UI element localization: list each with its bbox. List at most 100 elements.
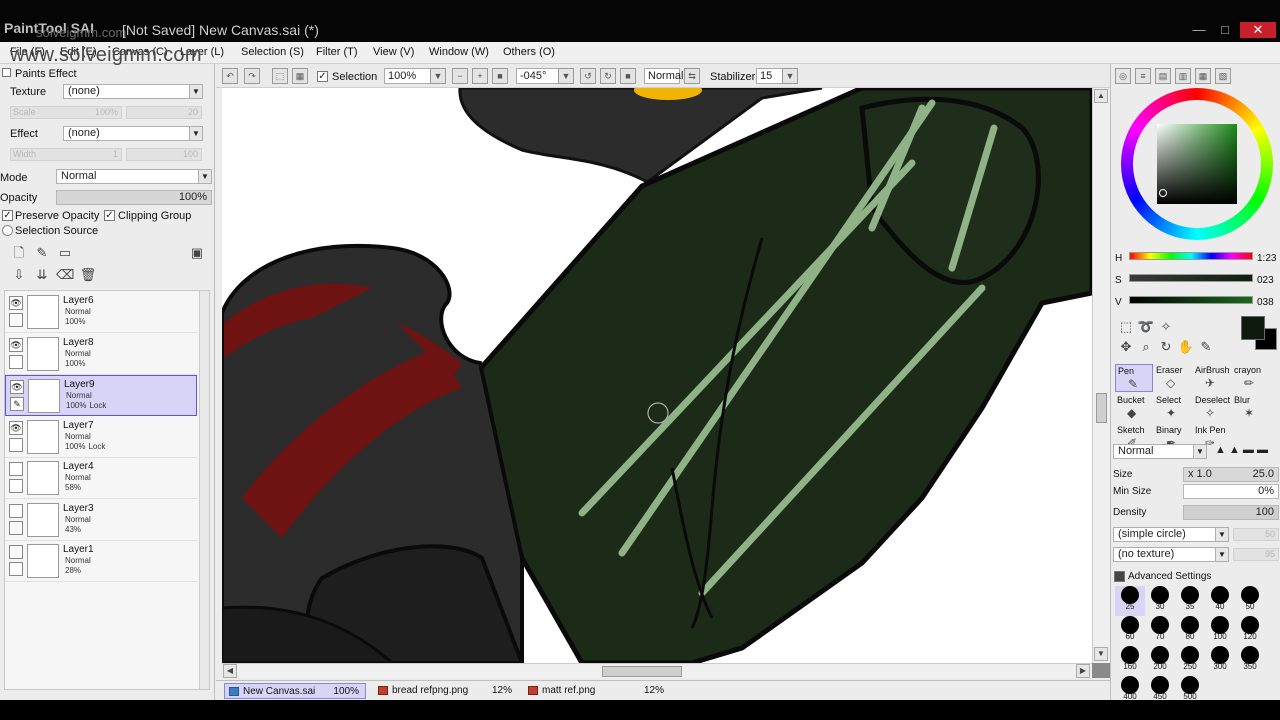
opacity-slider[interactable]: 100% bbox=[56, 190, 212, 205]
brush-size-preset[interactable]: 25 bbox=[1115, 586, 1145, 616]
layer-row[interactable]: 👁 ✎ Layer9 Normal 100% Lock bbox=[5, 375, 197, 416]
brush-size-preset[interactable]: 50 bbox=[1235, 586, 1265, 616]
vertical-scroll-thumb[interactable] bbox=[1096, 393, 1107, 423]
brush-shape-buttons[interactable]: ▲ ▲ ▬ ▬ bbox=[1215, 444, 1279, 459]
visibility-eye-icon[interactable] bbox=[9, 462, 23, 476]
magic-wand-icon[interactable]: ✧ bbox=[1157, 318, 1175, 336]
horizontal-scroll-thumb[interactable] bbox=[602, 666, 682, 677]
hsv-slider-mode-icon[interactable]: ▤ bbox=[1155, 68, 1171, 84]
brush-size-preset[interactable]: 200 bbox=[1145, 646, 1175, 676]
deselect-button[interactable]: ⬚ bbox=[272, 68, 288, 84]
color-wheel-mode-icon[interactable]: ◎ bbox=[1115, 68, 1131, 84]
saturation-slider[interactable] bbox=[1129, 274, 1253, 282]
scratchpad-mode-icon[interactable]: ▧ bbox=[1215, 68, 1231, 84]
scroll-down-arrow[interactable]: ▼ bbox=[1094, 647, 1108, 661]
layer-row[interactable]: 👁 Layer8 Normal 100% bbox=[5, 334, 197, 375]
zoom-out-button[interactable]: − bbox=[452, 68, 468, 84]
rotate-icon[interactable]: ↻ bbox=[1157, 338, 1175, 356]
rotate-reset-button[interactable]: ■ bbox=[620, 68, 636, 84]
new-linework-layer-icon[interactable]: ✎ bbox=[33, 244, 51, 262]
layer-edit-lock-icon[interactable] bbox=[9, 313, 23, 327]
density-slider[interactable]: 100 bbox=[1183, 505, 1279, 520]
flip-view-button[interactable]: ⇆ bbox=[684, 68, 700, 84]
primary-color-swatch[interactable] bbox=[1241, 316, 1265, 340]
brush-shape-select[interactable]: (simple circle) ▼ bbox=[1113, 527, 1229, 542]
brush-size-preset[interactable]: 60 bbox=[1115, 616, 1145, 646]
visibility-eye-icon[interactable]: 👁 bbox=[9, 296, 23, 310]
advanced-settings-toggle[interactable] bbox=[1114, 571, 1125, 582]
zoom-icon[interactable]: ⌕ bbox=[1137, 338, 1155, 356]
saturation-value-square[interactable] bbox=[1157, 124, 1237, 204]
size-slider[interactable]: x 1.0 25.0 bbox=[1183, 467, 1279, 482]
transfer-down-icon[interactable]: ⇩ bbox=[10, 266, 28, 284]
visibility-eye-icon[interactable]: 👁 bbox=[9, 337, 23, 352]
redo-button[interactable]: ↷ bbox=[244, 68, 260, 84]
tab-new-canvas[interactable]: New Canvas.sai 100% bbox=[224, 683, 366, 699]
layer-edit-lock-icon[interactable] bbox=[9, 479, 23, 493]
brush-size-preset[interactable]: 70 bbox=[1145, 616, 1175, 646]
lasso-icon[interactable]: ➰ bbox=[1137, 318, 1155, 336]
brush-blend-select[interactable]: Normal ▼ bbox=[1113, 444, 1207, 459]
brush-size-preset[interactable]: 300 bbox=[1205, 646, 1235, 676]
brush-size-preset[interactable]: 100 bbox=[1205, 616, 1235, 646]
tool-airbrush[interactable]: AirBrush ✈ bbox=[1193, 364, 1231, 392]
delete-layer-icon[interactable]: 🗑 bbox=[79, 266, 97, 284]
move-icon[interactable]: ✥ bbox=[1117, 338, 1135, 356]
layer-edit-lock-icon[interactable]: ✎ bbox=[10, 397, 24, 411]
undo-button[interactable]: ↶ bbox=[222, 68, 238, 84]
menu-selection[interactable]: Selection (S) bbox=[241, 46, 304, 58]
drawing-canvas[interactable] bbox=[222, 88, 1092, 663]
chevron-down-icon[interactable]: ▼ bbox=[430, 68, 446, 84]
new-layer-icon[interactable]: 🗋 bbox=[10, 244, 28, 262]
menu-others[interactable]: Others (O) bbox=[503, 46, 555, 58]
brush-texture-select[interactable]: (no texture) ▼ bbox=[1113, 547, 1229, 562]
view-blend-mode-field[interactable]: Normal bbox=[644, 68, 683, 84]
layer-row[interactable]: 👁 Layer6 Normal 100% bbox=[5, 292, 197, 333]
eyedropper-icon[interactable]: ✎ bbox=[1197, 338, 1215, 356]
rect-select-icon[interactable]: ⬚ bbox=[1117, 318, 1135, 336]
new-folder-icon[interactable]: ▭ bbox=[56, 244, 74, 262]
invert-selection-button[interactable]: ▦ bbox=[292, 68, 308, 84]
visibility-eye-icon[interactable] bbox=[9, 545, 23, 559]
value-slider[interactable] bbox=[1129, 296, 1253, 304]
tool-bucket[interactable]: Bucket ◆ bbox=[1115, 394, 1153, 422]
brush-size-preset[interactable]: 80 bbox=[1175, 616, 1205, 646]
menu-view[interactable]: View (V) bbox=[373, 46, 414, 58]
brush-size-preset[interactable]: 30 bbox=[1145, 586, 1175, 616]
minimize-button[interactable]: — bbox=[1186, 22, 1212, 38]
clear-layer-icon[interactable]: ⌫ bbox=[56, 266, 74, 284]
scroll-up-arrow[interactable]: ▲ bbox=[1094, 89, 1108, 103]
scroll-right-arrow[interactable]: ▶ bbox=[1076, 664, 1090, 678]
brush-size-preset[interactable]: 350 bbox=[1235, 646, 1265, 676]
layer-row[interactable]: 👁 Layer7 Normal 100% Lock bbox=[5, 417, 197, 458]
visibility-eye-icon[interactable]: 👁 bbox=[10, 380, 24, 394]
layer-edit-lock-icon[interactable] bbox=[9, 520, 23, 535]
layer-row[interactable]: Layer4 Normal 58% bbox=[5, 458, 197, 499]
brush-size-preset[interactable]: 40 bbox=[1205, 586, 1235, 616]
layer-list-scrollbar[interactable] bbox=[199, 291, 209, 689]
merge-down-icon[interactable]: ⇊ bbox=[33, 266, 51, 284]
layer-mask-icon[interactable]: ▣ bbox=[188, 244, 206, 262]
min-size-slider[interactable]: 0% bbox=[1183, 484, 1279, 499]
zoom-reset-button[interactable]: ■ bbox=[492, 68, 508, 84]
rgb-slider-mode-icon[interactable]: ≡ bbox=[1135, 68, 1151, 84]
clipping-group-checkbox[interactable]: ✓ bbox=[104, 210, 115, 221]
menu-window[interactable]: Window (W) bbox=[429, 46, 489, 58]
scroll-left-arrow[interactable]: ◀ bbox=[223, 664, 237, 678]
preserve-opacity-checkbox[interactable]: ✓ bbox=[2, 210, 13, 221]
vertical-scrollbar[interactable]: ▲ ▼ bbox=[1092, 88, 1110, 663]
swatches-mode-icon[interactable]: ▦ bbox=[1195, 68, 1211, 84]
tool-pen[interactable]: Pen ✎ bbox=[1115, 364, 1153, 392]
chevron-down-icon[interactable]: ▼ bbox=[782, 68, 798, 84]
texture-select[interactable]: (none) ▼ bbox=[63, 84, 203, 99]
horizontal-scrollbar[interactable]: ◀ ▶ bbox=[222, 663, 1092, 678]
close-button[interactable]: ✕ bbox=[1240, 22, 1276, 38]
layer-row[interactable]: Layer1 Normal 28% bbox=[5, 541, 197, 582]
selection-source-radio[interactable] bbox=[2, 225, 13, 236]
layer-edit-lock-icon[interactable] bbox=[9, 562, 23, 576]
brush-size-preset[interactable]: 160 bbox=[1115, 646, 1145, 676]
effect-select[interactable]: (none) ▼ bbox=[63, 126, 203, 141]
hand-icon[interactable]: ✋ bbox=[1177, 338, 1195, 356]
gradation-mode-icon[interactable]: ▥ bbox=[1175, 68, 1191, 84]
tool-blur[interactable]: Blur ✶ bbox=[1232, 394, 1270, 422]
